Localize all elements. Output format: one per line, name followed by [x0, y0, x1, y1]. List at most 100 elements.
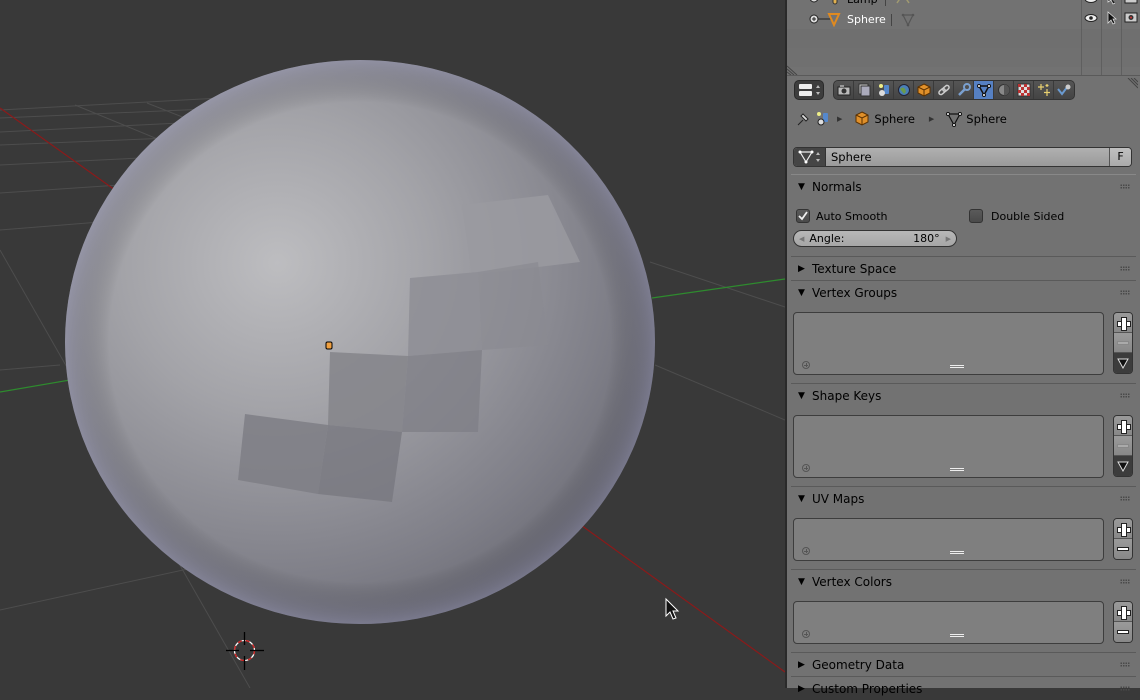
- list-filter-toggle-icon[interactable]: [802, 361, 810, 369]
- tab-data[interactable]: [974, 81, 994, 99]
- double-sided-checkbox[interactable]: [969, 209, 983, 223]
- area-corner-grip-icon[interactable]: [787, 64, 799, 75]
- tab-material[interactable]: [994, 81, 1014, 99]
- vertex-group-specials-button[interactable]: [1114, 353, 1132, 373]
- tab-render[interactable]: [834, 81, 854, 99]
- minus-icon: [1117, 630, 1129, 634]
- list-filter-toggle-icon[interactable]: [802, 547, 810, 555]
- drag-grip-icon[interactable]: [1120, 662, 1130, 667]
- editor-type-button[interactable]: [794, 80, 824, 100]
- expanded-arrow-icon: ▼: [798, 288, 805, 298]
- lamp-data-icon[interactable]: [895, 0, 911, 5]
- panel-title: Texture Space: [812, 262, 897, 276]
- renderable-camera-icon[interactable]: [1124, 11, 1138, 23]
- list-resize-handle[interactable]: [950, 551, 964, 554]
- drag-grip-icon[interactable]: [1120, 266, 1130, 271]
- remove-vertex-color-button[interactable]: [1114, 622, 1132, 642]
- panel-normals-header[interactable]: ▼ Normals: [787, 176, 1140, 198]
- tab-scene[interactable]: [874, 81, 894, 99]
- divider: [791, 256, 1136, 257]
- list-resize-handle[interactable]: [950, 365, 964, 368]
- list-filter-toggle-icon[interactable]: [802, 464, 810, 472]
- auto-smooth-label: Auto Smooth: [816, 210, 888, 223]
- drag-grip-icon[interactable]: [1120, 496, 1130, 501]
- object-cube-icon: [855, 111, 869, 126]
- x-axis-line: [0, 107, 116, 191]
- scene-icon: [878, 84, 889, 96]
- tab-particles[interactable]: [1034, 81, 1054, 99]
- vertex-groups-list[interactable]: [793, 312, 1104, 375]
- tab-constraints[interactable]: [934, 81, 954, 99]
- shape-keys-list[interactable]: [793, 415, 1104, 478]
- 3d-cursor-icon[interactable]: [226, 632, 264, 670]
- tab-render-layers[interactable]: [854, 81, 874, 99]
- mesh-data-icon[interactable]: [901, 12, 915, 28]
- drag-grip-icon[interactable]: [1120, 393, 1130, 398]
- drag-grip-icon[interactable]: [1120, 686, 1130, 691]
- tab-modifiers[interactable]: [954, 81, 974, 99]
- outliner-item-label[interactable]: Lamp: [847, 0, 878, 6]
- panel-vertex-groups-header[interactable]: ▼ Vertex Groups: [787, 282, 1140, 304]
- visibility-eye-icon[interactable]: [1084, 0, 1098, 4]
- panel-vertex-colors-header[interactable]: ▼ Vertex Colors: [787, 571, 1140, 593]
- visibility-eye-icon[interactable]: [1084, 13, 1098, 23]
- angle-field[interactable]: ◀ Angle: 180° ▶: [793, 230, 957, 247]
- fake-user-button[interactable]: F: [1109, 148, 1131, 166]
- specials-menu-icon: [1117, 461, 1129, 472]
- area-corner-grip-icon[interactable]: [1126, 78, 1138, 90]
- add-uv-map-button[interactable]: [1114, 519, 1132, 539]
- outliner-column-divider: [1081, 0, 1082, 75]
- properties-editor[interactable]: ▶ Sphere ▶ Sphere Sphere F ▼ Normals Aut…: [787, 75, 1140, 696]
- remove-uv-map-button[interactable]: [1114, 539, 1132, 559]
- vertex-colors-buttons: [1113, 601, 1133, 643]
- panel-custom-properties-header[interactable]: ▶ Custom Properties: [787, 678, 1140, 700]
- add-vertex-group-button[interactable]: [1114, 313, 1132, 333]
- plus-icon: [1117, 522, 1131, 537]
- plus-icon: [1117, 605, 1131, 620]
- selectable-cursor-icon[interactable]: [1107, 0, 1117, 5]
- vertex-colors-list[interactable]: [793, 601, 1104, 644]
- selectable-cursor-icon[interactable]: [1107, 11, 1117, 25]
- increment-arrow-icon[interactable]: ▶: [946, 235, 951, 243]
- plus-icon: [1117, 316, 1131, 331]
- outliner-empty-row: [787, 29, 1140, 48]
- uv-maps-list[interactable]: [793, 518, 1104, 561]
- tab-physics[interactable]: [1054, 81, 1074, 99]
- list-filter-toggle-icon[interactable]: [802, 630, 810, 638]
- divider: [791, 383, 1136, 384]
- drag-grip-icon[interactable]: [1120, 184, 1130, 189]
- remove-shape-key-button[interactable]: [1114, 436, 1132, 456]
- divider: [791, 676, 1136, 677]
- shape-key-specials-button[interactable]: [1114, 456, 1132, 476]
- list-resize-handle[interactable]: [950, 468, 964, 471]
- pin-icon[interactable]: [795, 111, 811, 127]
- drag-grip-icon[interactable]: [1120, 290, 1130, 295]
- panel-shape-keys-header[interactable]: ▼ Shape Keys: [787, 385, 1140, 407]
- tab-texture[interactable]: [1014, 81, 1034, 99]
- expanded-arrow-icon: ▼: [798, 391, 805, 401]
- 3d-viewport[interactable]: [0, 0, 785, 688]
- panel-texture-space-header[interactable]: ▶ Texture Space: [787, 258, 1140, 280]
- add-vertex-color-button[interactable]: [1114, 602, 1132, 622]
- tab-object[interactable]: [914, 81, 934, 99]
- add-shape-key-button[interactable]: [1114, 416, 1132, 436]
- decrement-arrow-icon[interactable]: ◀: [799, 235, 804, 243]
- mesh-name-field[interactable]: Sphere: [826, 148, 1109, 166]
- drag-grip-icon[interactable]: [1120, 579, 1130, 584]
- specials-menu-icon: [1117, 358, 1129, 369]
- tab-world[interactable]: [894, 81, 914, 99]
- auto-smooth-checkbox[interactable]: [796, 209, 810, 223]
- renderable-camera-icon[interactable]: [1124, 0, 1138, 5]
- remove-vertex-group-button[interactable]: [1114, 333, 1132, 353]
- object-origin-dot[interactable]: [325, 341, 333, 350]
- browse-mesh-button[interactable]: [794, 148, 826, 166]
- panel-geometry-data-header[interactable]: ▶ Geometry Data: [787, 654, 1140, 676]
- panel-uv-maps-header[interactable]: ▼ UV Maps: [787, 488, 1140, 510]
- outliner[interactable]: Lamp Sphere: [787, 0, 1140, 75]
- list-resize-handle[interactable]: [950, 634, 964, 637]
- outliner-item-label[interactable]: Sphere: [847, 13, 886, 26]
- minus-icon: [1117, 443, 1129, 448]
- expand-toggle-icon[interactable]: [809, 0, 819, 3]
- object-cube-icon: [917, 83, 930, 97]
- double-sided-label: Double Sided: [991, 210, 1065, 223]
